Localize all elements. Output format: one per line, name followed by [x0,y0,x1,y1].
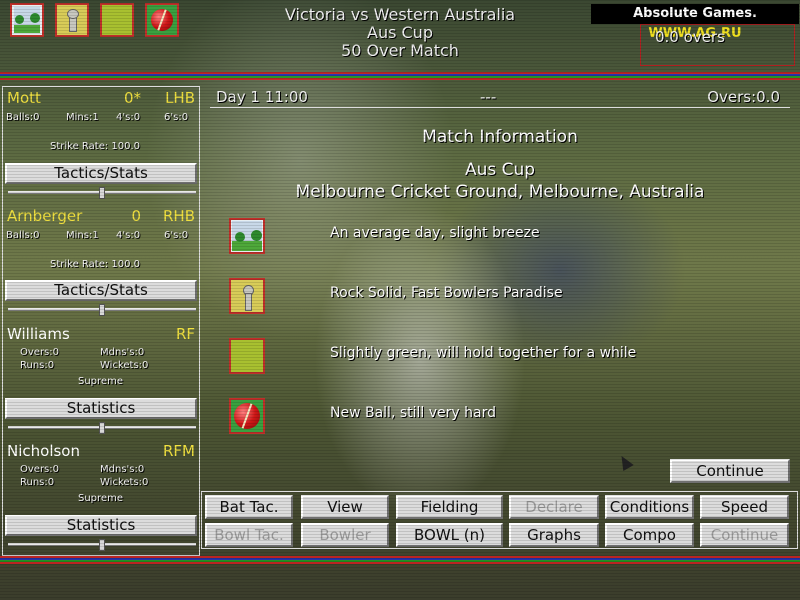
toolbar-graphs-button[interactable]: Graphs [509,523,599,547]
bowler-overs: Overs:0 [20,464,59,475]
batsman-score: 0 [131,207,141,225]
toolbar-compo-button[interactable]: Compo [605,523,694,547]
batting-hand: LHB [165,89,195,107]
header-divider [0,72,800,80]
bowling-type: RFM [163,442,195,460]
minutes: Mins:1 [66,112,99,123]
toolbar-bowl-n-button[interactable]: BOWL (n) [396,523,503,547]
toolbar-fielding-button[interactable]: Fielding [396,495,503,519]
cricket-ball-icon [229,398,265,434]
bowler-runs: Runs:0 [20,477,55,488]
bowler-aggression-slider[interactable] [8,422,196,434]
batsman-score: 0* [123,89,141,107]
match-format: 50 Over Match [341,41,459,60]
bowler-overs: Overs:0 [20,347,59,358]
status-bar: Day 1 11:00 --- Overs:0.0 [210,86,790,108]
day-time: Day 1 11:00 [216,88,308,106]
match-info-competition: Aus Cup [464,160,536,180]
bowler-wickets: Wickets:0 [100,477,149,488]
weather-icon[interactable] [10,3,44,37]
pitch-key-icon[interactable] [55,3,89,37]
toolbar-continue-button[interactable]: Continue [700,523,789,547]
overs-scoreboard: 0.0 overs [640,24,795,66]
toolbar-speed-button[interactable]: Speed [700,495,789,519]
watermark-banner: Absolute Games. WWW.AG.RU [591,4,799,41]
batting-hand: RHB [163,207,195,225]
pitch-description: Rock Solid, Fast Bowlers Paradise [330,285,563,301]
toolbar-declare-button[interactable]: Declare [509,495,599,519]
bowler-form: Supreme [78,493,123,504]
toolbar-bowl-tac-button[interactable]: Bowl Tac. [205,523,293,547]
grass-icon [229,338,265,374]
players-panel: Mott 0* LHB Balls:0 Mins:1 4's:0 6's:0 S… [2,86,200,556]
bowler-maidens: Mdns's:0 [100,464,145,475]
bowler-aggression-slider[interactable] [8,539,196,551]
strike-rate: Strike Rate: 100.0 [50,141,141,152]
bowler-form: Supreme [78,376,123,387]
match-title: Victoria vs Western Australia [284,5,516,24]
pitch-key-icon [229,278,265,314]
overs-value: 0.0 overs [655,28,725,46]
toolbar-view-button[interactable]: View [301,495,389,519]
grass-description: Slightly green, will hold together for a… [330,345,637,361]
batsman-name[interactable]: Mott [7,89,41,107]
weather-description: An average day, slight breeze [330,225,540,241]
cricket-ball-icon[interactable] [145,3,179,37]
balls-faced: Balls:0 [6,230,40,241]
batsman-name[interactable]: Arnberger [7,207,82,225]
balls-faced: Balls:0 [6,112,40,123]
watermark-text: Absolute Games. [633,6,757,21]
bowler-name[interactable]: Nicholson [7,442,80,460]
toolbar-bat-tac-button[interactable]: Bat Tac. [205,495,293,519]
grass-icon[interactable] [100,3,134,37]
status-dashes: --- [480,88,497,106]
continue-button[interactable]: Continue [670,459,790,483]
footer-divider [0,556,800,564]
statistics-button[interactable]: Statistics [5,515,197,536]
match-info-title: Match Information [422,127,578,147]
fours: 4's:0 [116,230,141,241]
bowling-type: RF [175,325,195,343]
bowler-wickets: Wickets:0 [100,360,149,371]
match-info-venue: Melbourne Cricket Ground, Melbourne, Aus… [295,182,705,202]
sixes: 6's:0 [164,112,189,123]
competition-name: Aus Cup [367,23,433,42]
bowler-maidens: Mdns's:0 [100,347,145,358]
fours: 4's:0 [116,112,141,123]
minutes: Mins:1 [66,230,99,241]
toolbar-bowler-button[interactable]: Bowler [301,523,389,547]
bowler-runs: Runs:0 [20,360,55,371]
match-header: Victoria vs Western Australia Aus Cup 50… [240,6,560,60]
sixes: 6's:0 [164,230,189,241]
strike-rate: Strike Rate: 100.0 [50,259,141,270]
batsman-aggression-slider[interactable] [8,187,196,199]
bowler-name[interactable]: Williams [7,325,70,343]
toolbar-conditions-button[interactable]: Conditions [605,495,694,519]
batsman-aggression-slider[interactable] [8,304,196,316]
tactics-stats-button[interactable]: Tactics/Stats [5,163,197,184]
ball-description: New Ball, still very hard [330,405,496,421]
weather-icon [229,218,265,254]
overs-status: Overs:0.0 [707,88,780,106]
statistics-button[interactable]: Statistics [5,398,197,419]
tactics-stats-button[interactable]: Tactics/Stats [5,280,197,301]
